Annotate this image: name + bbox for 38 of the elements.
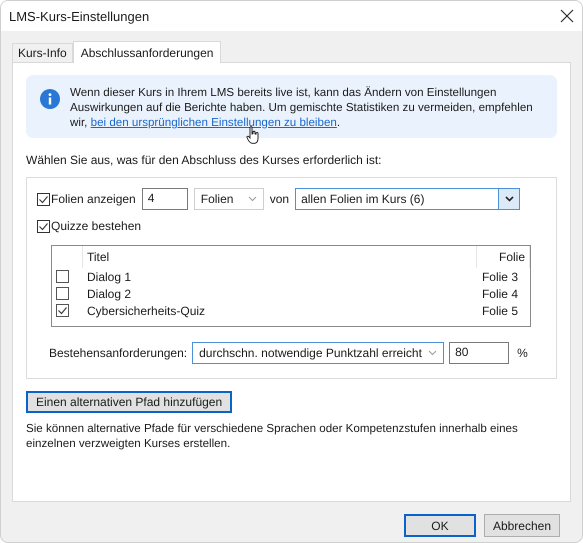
checkbox[interactable] xyxy=(56,287,69,300)
of-label: von xyxy=(270,192,290,206)
table-cell-text: Cybersicherheits-Quiz xyxy=(86,304,206,318)
checkbox[interactable] xyxy=(37,192,50,206)
slide-count-field[interactable]: 4 xyxy=(142,188,188,210)
instruction-text: Wählen Sie aus, was für den Abschluss des Kurses erforderlich ist: xyxy=(26,153,382,167)
info-message: Wenn dieser Kurs in Ihrem LMS bereits live ist, kann das Ändern von Einstellungen Auswirkungen auf die Berichte haben. Um gemischte Statistiken zu vermeiden, empfehlen wir, bei den ursprünglichen Einstellungen zu bleiben. xyxy=(70,85,534,130)
checkbox-label: Quizze bestehen xyxy=(51,219,142,233)
unit-dropdown[interactable]: Folien xyxy=(194,188,264,210)
requirement-dropdown[interactable]: durchschn. notwendige Punktzahl erreicht xyxy=(192,342,444,364)
tab[interactable]: Abschlussanforderungen xyxy=(72,41,222,63)
ok-button[interactable]: OK xyxy=(404,514,476,537)
score-field[interactable]: 80 xyxy=(449,342,510,364)
cancel-button[interactable]: Abbrechen xyxy=(484,514,560,537)
caret-icon xyxy=(248,196,257,202)
checkbox[interactable] xyxy=(37,220,50,232)
table-cell-text: Folie 5 xyxy=(480,304,519,318)
window-title: LMS-Kurs-Einstellungen xyxy=(9,8,150,24)
table-cell-text: Dialog 2 xyxy=(86,286,132,300)
close-icon[interactable] xyxy=(560,9,574,23)
hint-text: Sie können alternative Pfade für verschiedene Sprachen oder Kompetenzstufen innerhalb eines einzelnen verzweigten Kurses erstellen. xyxy=(26,421,519,451)
table-cell-text: Folie 4 xyxy=(480,286,519,300)
caret-icon xyxy=(428,350,438,356)
column-header: Folie xyxy=(498,250,525,264)
checkbox[interactable] xyxy=(56,270,69,283)
scope-dropdown[interactable]: allen Folien im Kurs (6) xyxy=(295,188,520,210)
info-link[interactable]: bei den ursprünglichen Einstellungen zu bleiben xyxy=(90,116,337,129)
checkbox[interactable] xyxy=(56,304,69,317)
field-label: Bestehensanforderungen: xyxy=(49,346,188,360)
checkbox-label: Folien anzeigen xyxy=(51,192,136,206)
caret-icon xyxy=(504,196,514,202)
percent-label: % xyxy=(517,346,528,360)
tab[interactable]: Kurs-Info xyxy=(12,43,73,62)
table-cell-text: Dialog 1 xyxy=(86,270,132,284)
info-icon xyxy=(40,89,60,109)
table-cell-text: Folie 3 xyxy=(480,270,519,284)
add-path-button[interactable]: Einen alternativen Pfad hinzufügen xyxy=(26,391,232,413)
column-header: Titel xyxy=(87,250,110,264)
